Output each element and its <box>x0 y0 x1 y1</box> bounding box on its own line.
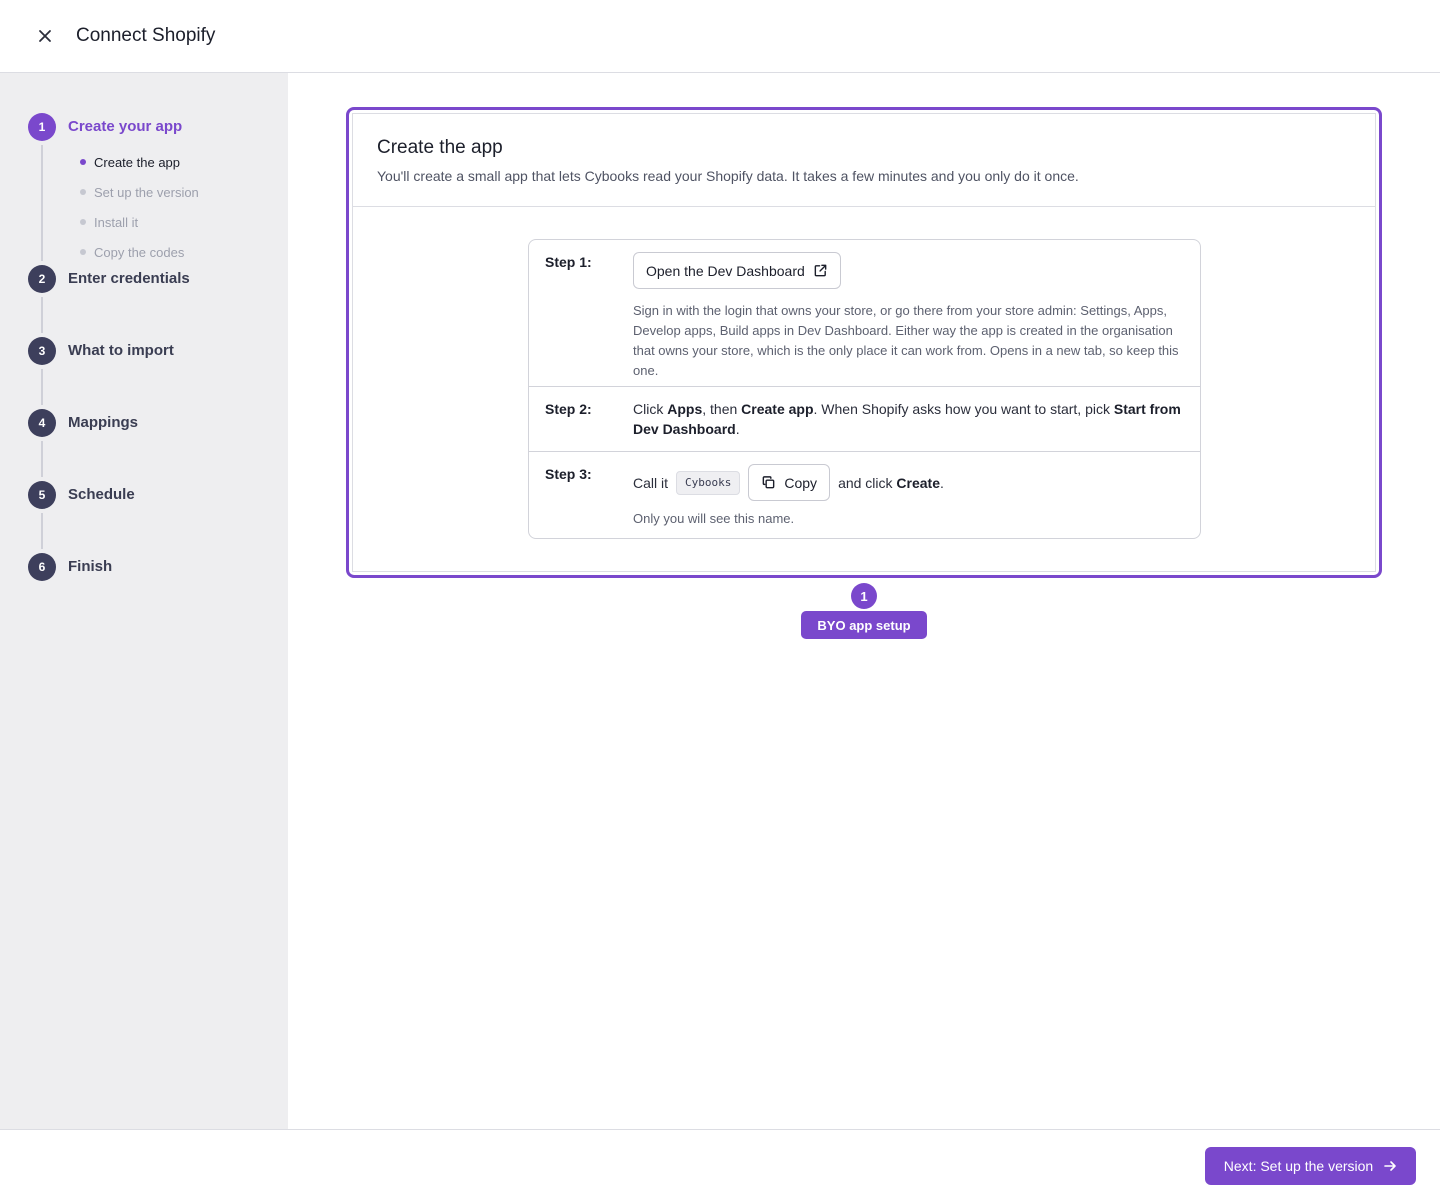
copy-button[interactable]: Copy <box>748 464 831 501</box>
step-number: 6 <box>28 553 56 581</box>
card-header: Create the app You'll create a small app… <box>353 114 1375 207</box>
step-connector <box>41 441 43 477</box>
bullet-icon <box>80 159 86 165</box>
text: and click <box>838 474 897 491</box>
open-dev-dashboard-button[interactable]: Open the Dev Dashboard <box>633 252 841 289</box>
step-description: Sign in with the login that owns your st… <box>633 303 1179 378</box>
footer: Next: Set up the version <box>0 1129 1440 1200</box>
step-label: Step 2: <box>545 401 592 417</box>
step-text: Call it Cybooks Copy and click Create. <box>633 464 1184 501</box>
step-label[interactable]: Mappings <box>68 414 138 431</box>
text: . <box>940 474 944 491</box>
step-number: 4 <box>28 409 56 437</box>
step-connector <box>41 369 43 405</box>
instruction-step-1: Step 1: Open the Dev Dashboard Sign in w… <box>529 240 1200 387</box>
substep-copy-the-codes[interactable]: Copy the codes <box>80 237 199 267</box>
step-mappings[interactable]: 4 Mappings <box>28 409 278 481</box>
substep-label: Set up the version <box>94 184 199 200</box>
external-link-icon <box>814 264 827 277</box>
header: Connect Shopify <box>0 0 1440 73</box>
instruction-step-2: Step 2: Click Apps, then Create app. Whe… <box>529 387 1200 452</box>
step-schedule[interactable]: 5 Schedule <box>28 481 278 553</box>
arrow-right-icon <box>1384 1161 1397 1171</box>
bold-text: Create <box>896 474 941 491</box>
text: Click <box>633 401 668 417</box>
card-title: Create the app <box>377 137 503 158</box>
stepper: 1 Create your app Create the app Set up … <box>28 113 278 625</box>
instruction-steps: Step 1: Open the Dev Dashboard Sign in w… <box>528 239 1201 539</box>
step-number: 1 <box>28 113 56 141</box>
annotation-number-badge: 1 <box>851 583 877 609</box>
step-create-your-app[interactable]: 1 Create your app Create the app Set up … <box>28 113 278 265</box>
text: . When Shopify asks how you want to star… <box>813 401 1114 417</box>
step-what-to-import[interactable]: 3 What to import <box>28 337 278 409</box>
substep-label: Copy the codes <box>94 244 185 260</box>
step-connector <box>41 513 43 549</box>
step-text: Click Apps, then Create app. When Shopif… <box>633 387 1200 439</box>
step-enter-credentials[interactable]: 2 Enter credentials <box>28 265 278 337</box>
button-label: Open the Dev Dashboard <box>646 262 805 279</box>
copy-icon <box>763 476 775 489</box>
step-label[interactable]: Enter credentials <box>68 270 190 287</box>
substep-label: Create the app <box>94 154 181 170</box>
button-label: Next: Set up the version <box>1223 1158 1374 1174</box>
substep-create-the-app[interactable]: Create the app <box>80 147 199 177</box>
step-connector <box>41 297 43 333</box>
card-subtitle: You'll create a small app that lets Cybo… <box>377 168 1079 184</box>
next-button[interactable]: Next: Set up the version <box>1205 1147 1416 1185</box>
step-number: 2 <box>28 265 56 293</box>
substep-install-it[interactable]: Install it <box>80 207 199 237</box>
bold-text: Create app <box>741 401 814 417</box>
annotation-label: BYO app setup <box>801 611 927 639</box>
create-app-card: Create the app You'll create a small app… <box>352 113 1376 572</box>
step-finish[interactable]: 6 Finish <box>28 553 278 625</box>
step-label[interactable]: Finish <box>68 558 112 575</box>
text: Call it <box>633 474 669 491</box>
app-name-code: Cybooks <box>676 470 741 495</box>
sidebar: 1 Create your app Create the app Set up … <box>0 73 288 1129</box>
step-label[interactable]: Schedule <box>68 486 135 503</box>
button-label: Copy <box>784 474 818 491</box>
step-number: 3 <box>28 337 56 365</box>
step-number: 5 <box>28 481 56 509</box>
step-connector <box>41 145 43 261</box>
substep-set-up-the-version[interactable]: Set up the version <box>80 177 199 207</box>
step-note: Only you will see this name. <box>633 511 795 526</box>
close-icon <box>39 30 51 42</box>
bullet-icon <box>80 189 86 195</box>
text: . <box>735 421 740 437</box>
close-button[interactable] <box>33 24 57 48</box>
bold-text: Apps <box>667 401 703 417</box>
step-label: Step 1: <box>545 254 592 270</box>
step-label: Step 3: <box>545 466 592 482</box>
page-title: Connect Shopify <box>76 25 216 46</box>
bullet-icon <box>80 219 86 225</box>
step-label[interactable]: Create your app <box>68 118 182 135</box>
instruction-step-3: Step 3: Call it Cybooks Copy and click C… <box>529 452 1200 538</box>
substep-label: Install it <box>94 214 139 230</box>
text: , then <box>702 401 742 417</box>
substeps: Create the app Set up the version Instal… <box>80 147 199 267</box>
bullet-icon <box>80 249 86 255</box>
step-label[interactable]: What to import <box>68 342 174 359</box>
